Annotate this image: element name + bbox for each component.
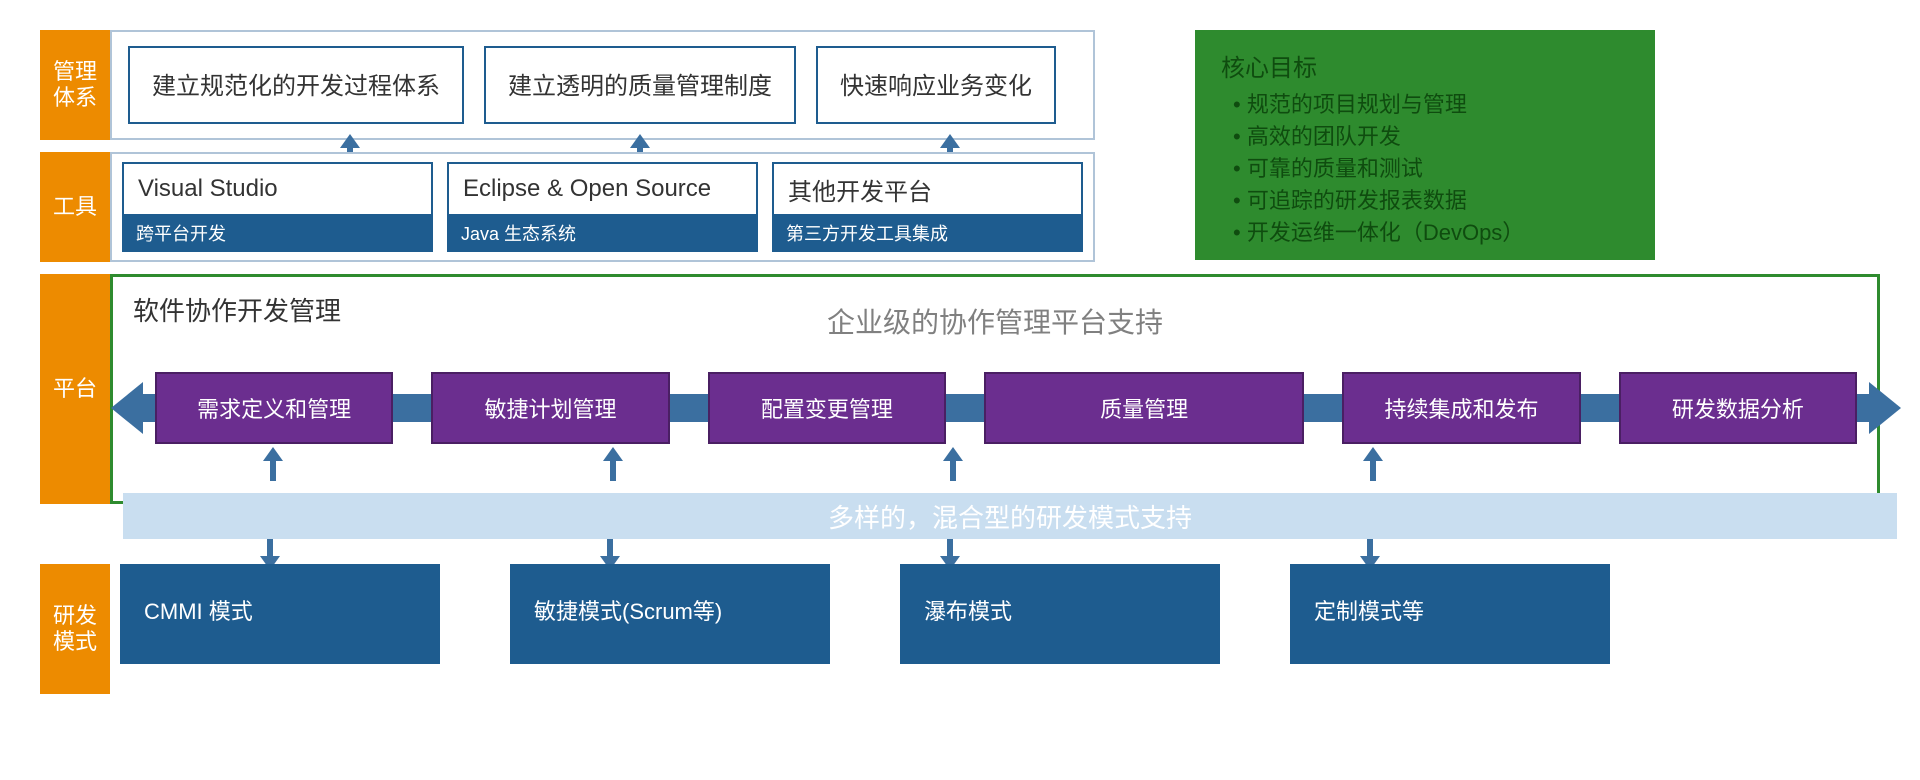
mode-waterfall: 瀑布模式 [900, 564, 1220, 664]
management-container: 建立规范化的开发过程体系 建立透明的质量管理制度 快速响应业务变化 [110, 30, 1095, 140]
flow-step-agile: 敏捷计划管理 [431, 372, 669, 444]
sidebar-label-platform: 平台 [40, 274, 110, 504]
management-box-2: 建立透明的质量管理制度 [484, 46, 796, 124]
tool-other: 其他开发平台 第三方开发工具集成 [772, 162, 1083, 252]
goals-item: 规范的项目规划与管理 [1233, 87, 1629, 119]
tool-head: 其他开发平台 [772, 162, 1083, 214]
flow-arrow-right-icon [1869, 382, 1901, 434]
sidebar-label-modes: 研发 模式 [40, 564, 110, 694]
flow-step-quality: 质量管理 [984, 372, 1304, 444]
goals-title: 核心目标 [1221, 48, 1629, 83]
platform-subtitle: 企业级的协作管理平台支持 [113, 301, 1877, 341]
row-tools: 工具 Visual Studio 跨平台开发 Eclipse & Open So… [40, 152, 1880, 262]
mixed-mode-bar: 多样的，混合型的研发模式支持 [123, 493, 1897, 539]
tool-head: Eclipse & Open Source [447, 162, 758, 214]
tool-head: Visual Studio [122, 162, 433, 214]
management-box-1: 建立规范化的开发过程体系 [128, 46, 464, 124]
tool-sub: 跨平台开发 [122, 214, 433, 252]
mode-agile: 敏捷模式(Scrum等) [510, 564, 830, 664]
tool-sub: Java 生态系统 [447, 214, 758, 252]
row-modes: 研发 模式 CMMI 模式 敏捷模式(Scrum等) 瀑布模式 定制模式等 [40, 564, 1880, 694]
tools-container: Visual Studio 跨平台开发 Eclipse & Open Sourc… [110, 152, 1095, 262]
flow-step-config: 配置变更管理 [708, 372, 946, 444]
row-platform: 平台 软件协作开发管理 企业级的协作管理平台支持 需求定义和管理 敏捷计划管理 … [40, 274, 1880, 504]
platform-flow: 需求定义和管理 敏捷计划管理 配置变更管理 质量管理 持续集成和发布 研发数据分… [111, 372, 1901, 444]
sidebar-label-tools: 工具 [40, 152, 110, 262]
mode-cmmi: CMMI 模式 [120, 564, 440, 664]
tool-eclipse: Eclipse & Open Source Java 生态系统 [447, 162, 758, 252]
flow-step-analytics: 研发数据分析 [1619, 372, 1857, 444]
flow-step-requirements: 需求定义和管理 [155, 372, 393, 444]
tool-visual-studio: Visual Studio 跨平台开发 [122, 162, 433, 252]
flow-arrow-left-icon [111, 382, 143, 434]
tool-sub: 第三方开发工具集成 [772, 214, 1083, 252]
row-management: 管理 体系 建立规范化的开发过程体系 建立透明的质量管理制度 快速响应业务变化 … [40, 30, 1880, 140]
sidebar-label-management: 管理 体系 [40, 30, 110, 140]
flow-step-ci: 持续集成和发布 [1342, 372, 1580, 444]
arrows-platform-to-mixed [113, 447, 1877, 477]
management-box-3: 快速响应业务变化 [816, 46, 1056, 124]
platform-container: 软件协作开发管理 企业级的协作管理平台支持 需求定义和管理 敏捷计划管理 配置变… [110, 274, 1880, 504]
mode-custom: 定制模式等 [1290, 564, 1610, 664]
